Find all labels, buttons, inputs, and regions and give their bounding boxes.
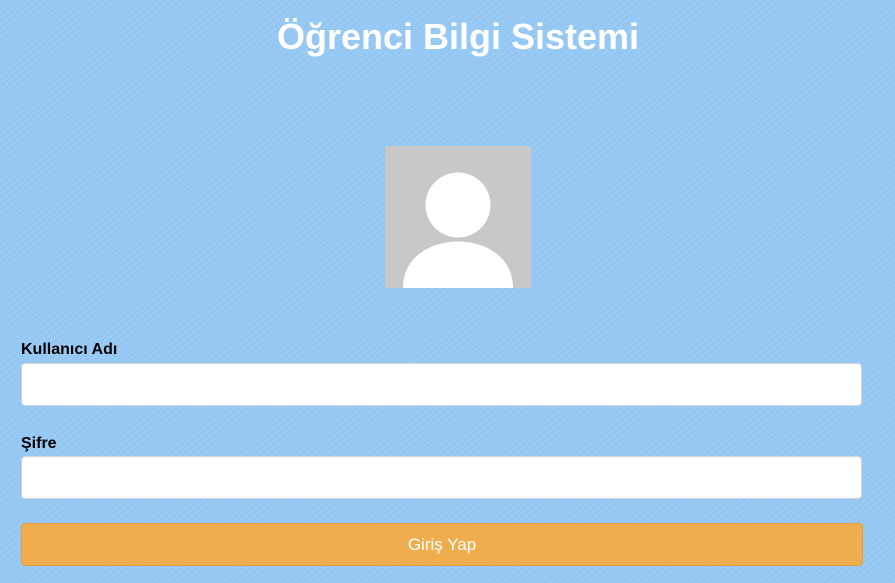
- page-title: Öğrenci Bilgi Sistemi: [276, 16, 640, 57]
- user-avatar-placeholder-icon: [403, 172, 513, 288]
- avatar: [385, 146, 531, 288]
- username-label: Kullanıcı Adı: [21, 341, 118, 358]
- username-input[interactable]: [21, 363, 862, 406]
- password-input[interactable]: [21, 456, 862, 499]
- login-button[interactable]: Giriş Yap: [21, 523, 863, 566]
- password-label: Şifre: [21, 435, 57, 452]
